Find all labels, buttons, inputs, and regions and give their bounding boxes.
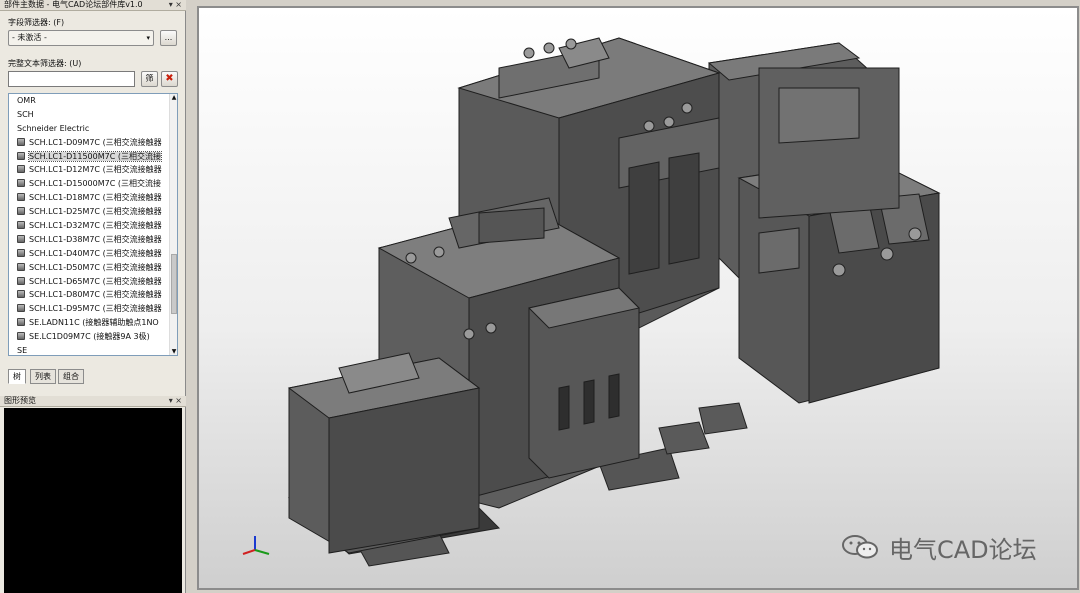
field-filter-select[interactable]: - 未激活 - ▾ [8,30,154,46]
fulltext-filter-input[interactable] [8,71,135,87]
tree-item-label: SCH.LC1-D25M7C (三相交流接触器 [29,207,162,217]
part-icon [17,332,25,341]
part-icon [17,276,25,285]
panel-title-bar: 部件主数据 - 电气CAD论坛部件库v1.0 ▾ × [0,0,186,11]
tree-item-label: SCH.LC1-D95M7C (三相交流接触器 [29,304,162,314]
tree-part-item[interactable]: SCH.LC1-D80M7C (三相交流接触器 [9,288,177,302]
tree-item-label: SCH.LC1-D18M7C (三相交流接触器 [29,193,162,203]
part-icon [17,137,25,146]
tree-group-item[interactable]: Schneider Electric [9,122,177,136]
forum-watermark: 电气CAD论坛 [889,536,1037,564]
preview-pin-close-icon[interactable]: ▾ × [169,396,182,406]
tree-group-item[interactable]: OMR [9,94,177,108]
tree-item-label: SCH.LC1-D11500M7C (三相交流接 [28,150,162,162]
part-icon [17,304,25,313]
tree-item-label: SCH.LC1-D09M7C (三相交流接触器 [29,137,162,147]
tree-group-item[interactable]: SE [9,344,177,356]
tree-part-item[interactable]: SCH.LC1-D50M7C (三相交流接触器 [9,261,177,275]
tree-group-item[interactable]: SCH [9,108,177,122]
part-icon [17,193,25,202]
tree-item-label: OMR [17,96,36,105]
tree-part-item[interactable]: SCH.LC1-D12M7C (三相交流接触器 [9,163,177,177]
part-icon [17,262,25,271]
tree-part-item[interactable]: SE.LC1D09M7C (接触器9A 3极) [9,330,177,344]
tree-list: OMR SCH Schneider Electric SCH.LC1-D09M7C (… [9,94,177,356]
scroll-up-icon[interactable]: ▲ [170,94,177,101]
panel-pin-close-icon[interactable]: ▾ × [169,0,182,10]
tab-combination[interactable]: 组合 [58,369,84,384]
large-contactor [707,42,941,404]
chevron-down-icon: ▾ [146,34,150,42]
tree-part-item[interactable]: SCH.LC1-D09M7C (三相交流接触器 [9,136,177,150]
tree-item-label: SCH.LC1-D80M7C (三相交流接触器 [29,290,162,300]
preview-title-bar: 图形预览 ▾ × [0,396,186,407]
tree-item-label: SCH.LC1-D50M7C (三相交流接触器 [29,262,162,272]
panel-title: 部件主数据 - 电气CAD论坛部件库v1.0 [4,0,143,9]
tree-item-label: SCH.LC1-D65M7C (三相交流接触器 [29,276,162,286]
tree-item-label: SCH.LC1-D40M7C (三相交流接触器 [29,248,162,258]
tab-list[interactable]: 列表 [30,369,56,384]
tree-item-label: SCH.LC1-D32M7C (三相交流接触器 [29,221,162,231]
part-icon [17,221,25,230]
3d-viewport[interactable]: 电气CAD论坛 [197,6,1079,590]
scroll-down-icon[interactable]: ▼ [170,348,177,355]
tree-item-label: SCH [17,109,34,119]
tree-part-item[interactable]: SCH.LC1-D65M7C (三相交流接触器 [9,275,177,289]
tab-tree[interactable]: 树 [8,369,26,384]
part-icon [17,248,25,257]
field-filter-more-button[interactable]: ... [160,30,177,46]
part-icon [17,234,25,243]
fulltext-filter-label: 完整文本筛选器: (U) [8,59,82,68]
part-icon [17,207,25,216]
clear-filter-icon[interactable]: ✖ [161,71,178,87]
part-icon [17,165,25,174]
tree-part-item[interactable]: SCH.LC1-D25M7C (三相交流接触器 [9,205,177,219]
wechat-icon [842,535,878,559]
part-icon [17,290,25,299]
tree-item-label: SCH.LC1-D15000M7C (三相交流接 [29,179,161,189]
tree-part-item[interactable]: SCH.LC1-D32M7C (三相交流接触器 [9,219,177,233]
axis-triad [242,536,270,555]
tree-part-item[interactable]: SCH.LC1-D95M7C (三相交流接触器 [9,302,177,316]
field-filter-label: 字段筛选器: (F) [8,18,65,27]
part-tree[interactable]: OMR SCH Schneider Electric SCH.LC1-D09M7C (… [8,93,178,356]
contactor-3d-model [242,37,941,567]
field-filter-value: - 未激活 - [12,33,47,42]
tree-part-item[interactable]: SCH.LC1-D15000M7C (三相交流接 [9,177,177,191]
tree-part-item[interactable]: SCH.LC1-D18M7C (三相交流接触器 [9,191,177,205]
tree-scrollbar[interactable]: ▲ ▼ [169,94,177,355]
tree-part-item[interactable]: SCH.LC1-D40M7C (三相交流接触器 [9,247,177,261]
scrollbar-thumb[interactable] [171,254,177,314]
tree-item-label: SCH.LC1-D12M7C (三相交流接触器 [29,165,162,175]
preview-title: 图形预览 [4,396,36,405]
tree-item-label: SE.LADN11C (接触器辅助触点1NO [29,318,159,328]
tree-part-item[interactable]: SCH.LC1-D38M7C (三相交流接触器 [9,233,177,247]
tree-item-label: SE [17,346,28,356]
part-icon [17,151,25,160]
part-master-data-panel: 部件主数据 - 电气CAD论坛部件库v1.0 ▾ × 字段筛选器: (F) - … [0,0,186,593]
aux-contact-block [528,287,640,479]
graphic-preview-area [4,408,182,593]
tree-part-item[interactable]: SE.LADN11C (接触器辅助触点1NO [9,316,177,330]
tree-part-item[interactable]: SCH.LC1-D11500M7C (三相交流接 [9,150,177,164]
tree-item-label: Schneider Electric [17,123,90,133]
tree-item-label: SE.LC1D09M7C (接触器9A 3极) [29,332,150,342]
apply-filter-button[interactable]: 筛 [141,71,158,87]
tree-item-label: SCH.LC1-D38M7C (三相交流接触器 [29,234,162,244]
part-icon [17,179,25,188]
part-icon [17,318,25,327]
